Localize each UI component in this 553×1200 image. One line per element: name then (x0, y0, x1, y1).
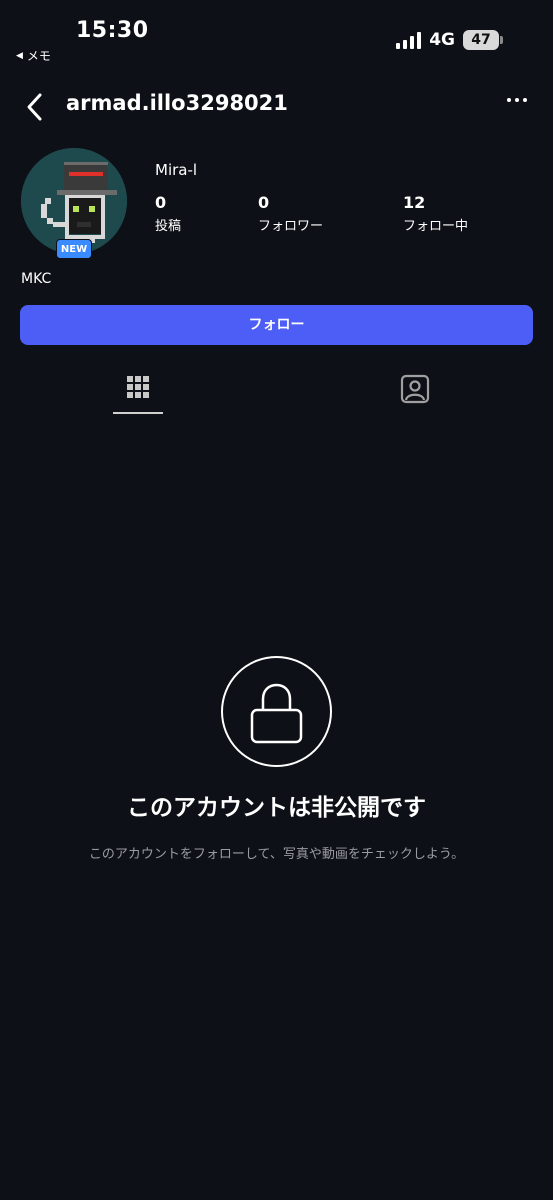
active-tab-indicator (113, 412, 163, 414)
grid-icon (127, 376, 149, 398)
lock-circle (221, 656, 332, 767)
follow-button[interactable]: フォロー (20, 305, 533, 345)
tagged-person-icon (400, 374, 430, 404)
network-type: 4G (429, 30, 455, 50)
profile-header: armad.illo3298021 (0, 88, 553, 124)
stat-value: 12 (403, 193, 426, 212)
back-chevron-icon[interactable] (24, 92, 46, 122)
stat-value: 0 (258, 193, 270, 212)
tab-posts-grid[interactable] (113, 370, 163, 415)
new-badge: NEW (56, 239, 92, 259)
stat-label: フォロー中 (403, 219, 469, 234)
battery-level: 47 (463, 30, 499, 50)
private-account-title: このアカウントは非公開です (127, 795, 426, 821)
stat-label: フォロワー (258, 219, 324, 234)
username-title: armad.illo3298021 (66, 91, 288, 115)
back-triangle-icon: ◀ (16, 50, 23, 61)
status-indicators: 4G 47 (396, 30, 503, 50)
battery-icon: 47 (463, 30, 503, 50)
stat-following[interactable]: 12 フォロー中 (403, 193, 468, 234)
profile-screen: 15:30 ◀ メモ 4G 47 armad.illo3298021 NEW M… (0, 0, 553, 1200)
stat-posts: 0 投稿 (155, 193, 181, 234)
back-to-app-link[interactable]: ◀ メモ (16, 47, 51, 64)
tab-tagged[interactable] (390, 370, 440, 415)
lock-icon (250, 683, 303, 744)
stat-value: 0 (155, 193, 167, 212)
back-app-label: メモ (26, 49, 51, 63)
display-name: Mira-l (155, 161, 198, 179)
more-options-icon[interactable] (507, 98, 527, 102)
stat-label: 投稿 (155, 219, 182, 234)
signal-icon (396, 31, 422, 49)
bio-text: MKC (21, 271, 52, 287)
stat-followers[interactable]: 0 フォロワー (258, 193, 323, 234)
status-time: 15:30 (76, 18, 149, 43)
private-account-subtitle: このアカウントをフォローして、写真や動画をチェックしよう。 (88, 847, 465, 862)
